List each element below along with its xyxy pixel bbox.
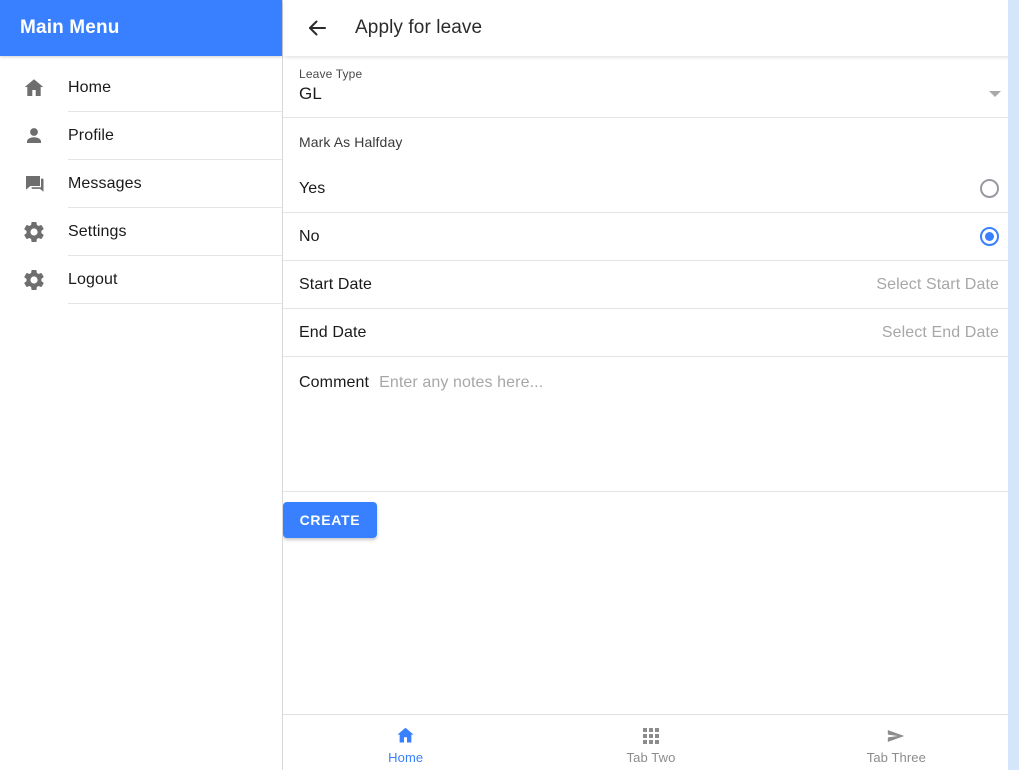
tab-home[interactable]: Home — [283, 715, 528, 770]
sidebar-item-label: Settings — [68, 222, 127, 240]
tab-three-label: Tab Three — [866, 749, 926, 765]
scrollbar-thumb[interactable] — [1008, 0, 1019, 770]
person-icon — [0, 112, 68, 160]
sidebar-item-home-body: Home — [68, 64, 282, 112]
form-scroll-area: Leave Type GL Mark As Halfday Yes No Sta… — [283, 56, 1019, 714]
app-root: Main Menu Home Profile Messages Settings… — [0, 0, 1019, 770]
leave-type-value: GL — [299, 84, 322, 103]
comment-placeholder: Enter any notes here... — [379, 374, 544, 391]
start-date-label: Start Date — [299, 275, 373, 293]
comment-field[interactable]: Comment Enter any notes here... — [283, 357, 1019, 492]
sidebar-item-messages-body: Messages — [68, 160, 282, 208]
send-icon — [885, 725, 907, 747]
home-icon — [395, 725, 416, 747]
halfday-group-header: Mark As Halfday — [283, 118, 1019, 165]
home-icon — [0, 64, 68, 112]
radio-checked-icon[interactable] — [980, 227, 999, 246]
end-date-field[interactable]: End Date Select End Date — [283, 309, 1019, 357]
sidebar-item-profile-body: Profile — [68, 112, 282, 160]
sidebar-item-logout[interactable]: Logout — [0, 256, 282, 304]
sidebar-list: Home Profile Messages Settings Logout — [0, 56, 282, 304]
arrow-back-icon[interactable] — [295, 6, 339, 50]
halfday-radio-yes-label: Yes — [299, 179, 326, 197]
halfday-radio-no-label: No — [299, 227, 320, 245]
sidebar-item-messages[interactable]: Messages — [0, 160, 282, 208]
tab-two[interactable]: Tab Two — [528, 715, 773, 770]
sidebar-item-logout-body: Logout — [68, 256, 282, 304]
sidebar-item-label: Home — [68, 78, 112, 96]
sidebar-title: Main Menu — [20, 17, 120, 38]
sidebar-item-profile[interactable]: Profile — [0, 112, 282, 160]
page-title: Apply for leave — [355, 17, 483, 38]
halfday-radio-yes[interactable]: Yes — [283, 165, 1019, 213]
sidebar-item-settings[interactable]: Settings — [0, 208, 282, 256]
tab-two-label: Tab Two — [626, 749, 676, 765]
leave-type-select[interactable]: Leave Type GL — [283, 56, 1019, 118]
chevron-down-icon — [989, 91, 1001, 97]
tab-three[interactable]: Tab Three — [774, 715, 1019, 770]
page-toolbar: Apply for leave — [283, 0, 1019, 56]
main-content: Apply for leave Leave Type GL Mark As Ha… — [283, 0, 1019, 770]
sidebar-item-label: Logout — [68, 270, 118, 288]
apps-grid-icon — [642, 725, 659, 747]
sidebar-item-home[interactable]: Home — [0, 64, 282, 112]
page-scrollbar[interactable] — [1008, 0, 1019, 770]
start-date-field[interactable]: Start Date Select Start Date — [283, 261, 1019, 309]
sidebar-menu: Main Menu Home Profile Messages Settings… — [0, 0, 283, 770]
gear-icon — [0, 256, 68, 304]
end-date-label: End Date — [299, 323, 367, 341]
gear-icon — [0, 208, 68, 256]
sidebar-item-settings-body: Settings — [68, 208, 282, 256]
leave-type-label: Leave Type — [299, 67, 363, 81]
sidebar-item-label: Messages — [68, 174, 142, 192]
tab-home-label: Home — [388, 749, 424, 765]
end-date-placeholder: Select End Date — [881, 323, 999, 341]
halfday-radio-no[interactable]: No — [283, 213, 1019, 261]
comment-label: Comment — [299, 374, 370, 391]
create-button[interactable]: CREATE — [283, 502, 377, 538]
sidebar-header: Main Menu — [0, 0, 282, 56]
chatbubbles-icon — [0, 160, 68, 208]
start-date-placeholder: Select Start Date — [876, 275, 999, 293]
sidebar-item-label: Profile — [68, 126, 115, 144]
bottom-tab-bar: Home Tab Two Tab Three — [283, 714, 1019, 770]
leave-type-select-row: GL — [299, 84, 1003, 104]
submit-row: CREATE — [283, 492, 1019, 550]
radio-unchecked-icon[interactable] — [980, 179, 999, 198]
